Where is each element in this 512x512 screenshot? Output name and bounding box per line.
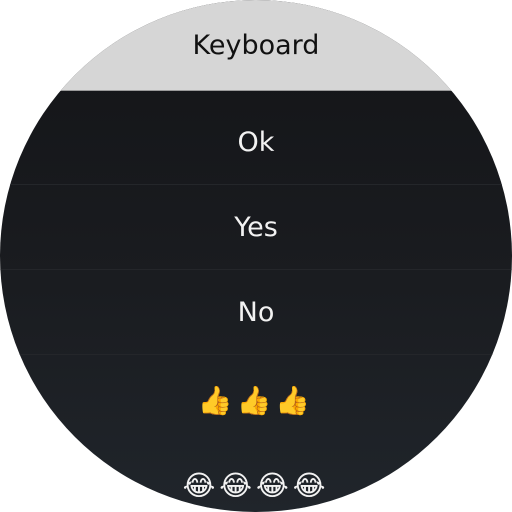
watch-screen: Keyboard Ok Yes No 👍👍👍 😂😂😂😂 bbox=[0, 0, 512, 512]
quick-reply-no[interactable]: No bbox=[0, 270, 512, 355]
quick-reply-yes[interactable]: Yes bbox=[0, 185, 512, 270]
quick-reply-ok[interactable]: Ok bbox=[0, 100, 512, 185]
quick-reply-laughing[interactable]: 😂😂😂😂 bbox=[0, 443, 512, 512]
header-title[interactable]: Keyboard bbox=[0, 28, 512, 64]
header-bar: Keyboard bbox=[0, 0, 512, 91]
quick-reply-thumbs-up[interactable]: 👍👍👍 bbox=[0, 358, 512, 443]
